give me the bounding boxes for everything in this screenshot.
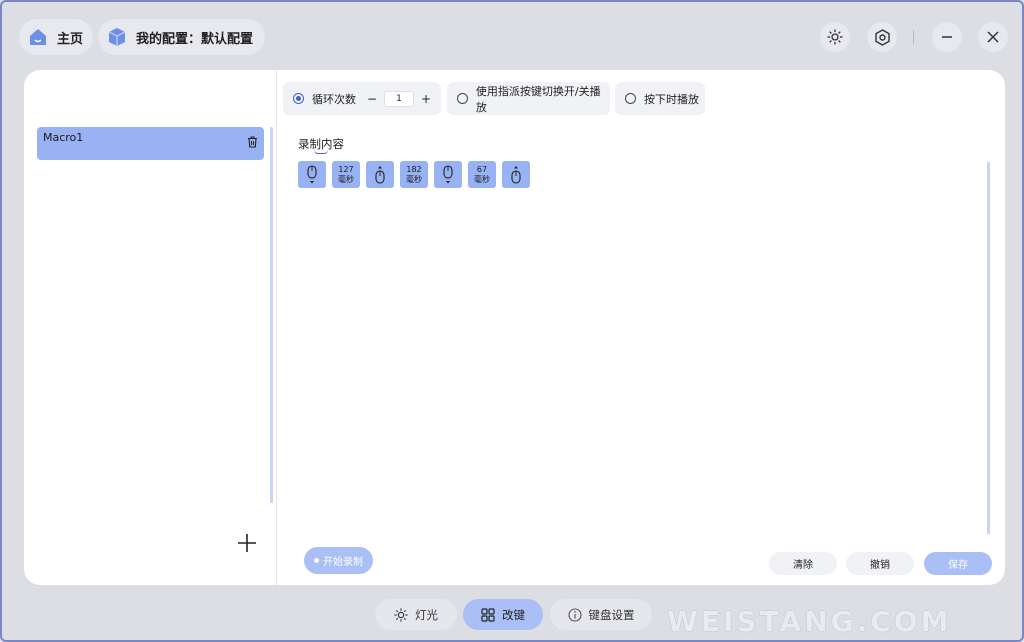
loop-count-option[interactable]: 循环次数 − 1 + (283, 82, 441, 115)
tab-remap-label: 改键 (502, 607, 525, 622)
brightness-button[interactable] (820, 22, 850, 52)
delay-value: 182 (406, 164, 422, 174)
toggle-play-option[interactable]: 使用指派按键切换开/关播放 (447, 82, 610, 115)
toggle-play-label: 使用指派按键切换开/关播放 (475, 84, 601, 114)
tab-lighting-label: 灯光 (415, 607, 438, 622)
recording-scrollbar[interactable] (987, 162, 990, 534)
loop-count-input[interactable]: 1 (384, 90, 414, 107)
close-button[interactable] (978, 22, 1008, 52)
mouse-down-icon (443, 164, 453, 183)
delay-value: 67 (476, 164, 488, 174)
macro-name: Macro1 (43, 131, 84, 144)
info-icon (567, 607, 582, 622)
start-record-button[interactable]: 开始录制 (304, 547, 373, 574)
delay-unit: 毫秒 (406, 174, 422, 184)
tab-keyboard-settings-label: 键盘设置 (588, 607, 635, 622)
loop-count-label: 循环次数 (312, 92, 356, 106)
macro-list-item[interactable]: Macro1 (37, 127, 264, 160)
mouse-up-event[interactable] (502, 161, 530, 188)
mouse-up-event[interactable] (366, 161, 394, 188)
home-label: 主页 (57, 31, 84, 47)
app-window: 主页 我的配置：默认配置 Macro1 循环次数 − 1 + 使用指派按键切换开… (0, 0, 1024, 642)
mouse-up-icon (511, 165, 521, 184)
hold-play-label: 按下时播放 (644, 92, 699, 106)
tab-keyboard-settings[interactable]: 键盘设置 (550, 599, 652, 630)
macro-editor-panel: Macro1 循环次数 − 1 + 使用指派按键切换开/关播放 按下时播放 录制… (24, 70, 1005, 585)
tab-remap[interactable]: 改键 (463, 599, 543, 630)
minimize-icon (942, 36, 952, 38)
mouse-down-event[interactable] (434, 161, 462, 188)
hold-play-option[interactable]: 按下时播放 (615, 82, 705, 115)
macro-list-column: Macro1 (24, 70, 277, 585)
clear-button[interactable]: 清除 (769, 552, 837, 575)
loop-count-radio[interactable] (293, 93, 304, 104)
record-dot-icon (314, 558, 319, 563)
light-icon (394, 607, 408, 622)
mouse-down-event[interactable] (298, 161, 326, 188)
settings-hex-icon (874, 28, 890, 46)
mouse-down-icon (307, 164, 317, 183)
add-macro-icon[interactable] (236, 532, 258, 554)
home-button[interactable]: 主页 (19, 19, 93, 55)
cube-icon (108, 28, 126, 46)
mouse-up-icon (375, 165, 385, 184)
grid-icon (481, 607, 495, 622)
home-icon (30, 29, 46, 45)
profile-label: 我的配置：默认配置 (136, 31, 254, 47)
start-record-label: 开始录制 (323, 557, 363, 568)
tab-lighting[interactable]: 灯光 (375, 599, 457, 630)
delay-event[interactable]: 182 毫秒 (400, 161, 428, 188)
delay-event[interactable]: 127 毫秒 (332, 161, 360, 188)
save-button[interactable]: 保存 (924, 552, 992, 575)
close-icon (987, 31, 999, 43)
toggle-play-radio[interactable] (457, 93, 468, 104)
profile-button[interactable]: 我的配置：默认配置 (98, 19, 265, 55)
delay-event[interactable]: 67 毫秒 (468, 161, 496, 188)
header-divider (913, 30, 914, 44)
delay-unit: 毫秒 (474, 174, 490, 184)
delay-value: 127 (338, 164, 354, 174)
undo-button[interactable]: 撤销 (846, 552, 914, 575)
brightness-icon (827, 29, 843, 45)
stepper-minus-button[interactable]: − (364, 92, 380, 106)
delay-unit: 毫秒 (338, 174, 354, 184)
settings-button[interactable] (867, 22, 897, 52)
trash-icon[interactable] (247, 136, 258, 148)
minimize-button[interactable] (932, 22, 962, 52)
hold-play-radio[interactable] (625, 93, 636, 104)
watermark: WEISTANG.COM (667, 605, 952, 638)
stepper-plus-button[interactable]: + (418, 92, 434, 106)
macro-list-scrollbar[interactable] (270, 127, 273, 503)
recording-title-underline (314, 150, 328, 154)
